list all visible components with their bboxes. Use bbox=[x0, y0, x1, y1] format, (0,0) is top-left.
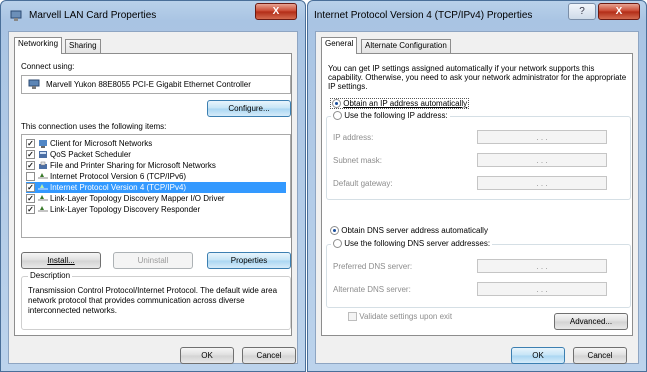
ip-address-label: IP address: bbox=[333, 133, 374, 142]
intro-text: You can get IP settings assigned automat… bbox=[328, 64, 627, 91]
network-adapter-icon bbox=[28, 79, 40, 89]
help-button[interactable]: ? bbox=[568, 3, 596, 20]
ipv4-properties-window: Internet Protocol Version 4 (TCP/IPv4) P… bbox=[307, 0, 647, 372]
radio-selected[interactable] bbox=[332, 99, 341, 109]
uninstall-button[interactable]: Uninstall bbox=[113, 252, 193, 269]
use-following-dns-radio[interactable]: Use the following DNS server addresses: bbox=[331, 239, 493, 249]
protocol-icon bbox=[38, 195, 48, 201]
item-checkbox[interactable]: ✓ bbox=[26, 183, 35, 193]
radio-selected[interactable] bbox=[330, 226, 339, 236]
list-item[interactable]: Internet Protocol Version 6 (TCP/IPv6) bbox=[26, 171, 286, 182]
printer-sharing-icon bbox=[39, 162, 47, 170]
item-label: Internet Protocol Version 4 (TCP/IPv4) bbox=[50, 183, 187, 192]
alternate-dns-label: Alternate DNS server: bbox=[333, 285, 411, 294]
item-label: File and Printer Sharing for Microsoft N… bbox=[50, 161, 216, 170]
static-ip-group: Use the following IP address: IP address… bbox=[326, 111, 631, 200]
item-label: Link-Layer Topology Discovery Mapper I/O… bbox=[50, 194, 225, 203]
close-button[interactable]: X bbox=[598, 3, 640, 20]
use-following-ip-radio[interactable]: Use the following IP address: bbox=[331, 111, 450, 121]
install-button[interactable]: Install... bbox=[21, 252, 101, 269]
advanced-button[interactable]: Advanced... bbox=[554, 313, 628, 330]
network-adapter-icon bbox=[10, 10, 22, 21]
network-client-icon bbox=[39, 140, 47, 149]
item-checkbox[interactable]: ✓ bbox=[26, 139, 35, 149]
dialog-body: General Alternate Configuration You can … bbox=[315, 31, 639, 364]
configure-button[interactable]: Configure... bbox=[207, 100, 291, 117]
connect-using-label: Connect using: bbox=[21, 62, 75, 71]
description-group: Description Transmission Control Protoco… bbox=[21, 271, 291, 330]
protocol-icon bbox=[38, 206, 48, 212]
item-checkbox[interactable]: ✓ bbox=[26, 150, 35, 160]
networking-panel: Connect using: Marvell Yukon 88E8055 PCI… bbox=[14, 53, 292, 336]
close-button[interactable]: X bbox=[255, 3, 297, 20]
list-item[interactable]: ✓ Link-Layer Topology Discovery Mapper I/… bbox=[26, 193, 286, 204]
scheduler-icon bbox=[39, 151, 47, 159]
title-bar[interactable]: Internet Protocol Version 4 (TCP/IPv4) P… bbox=[308, 1, 646, 31]
list-item[interactable]: ✓ QoS Packet Scheduler bbox=[26, 149, 286, 160]
lan-properties-window: Marvell LAN Card Properties X Networking… bbox=[0, 0, 306, 372]
item-checkbox[interactable] bbox=[26, 172, 35, 182]
adapter-name: Marvell Yukon 88E8055 PCI-E Gigabit Ethe… bbox=[46, 80, 251, 89]
ok-button[interactable]: OK bbox=[511, 347, 565, 364]
list-item-selected[interactable]: ✓ Internet Protocol Version 4 (TCP/IPv4) bbox=[26, 182, 286, 193]
cancel-button[interactable]: Cancel bbox=[242, 347, 296, 364]
protocol-icon bbox=[38, 184, 48, 190]
item-label: Internet Protocol Version 6 (TCP/IPv6) bbox=[50, 172, 187, 181]
items-label: This connection uses the following items… bbox=[21, 122, 167, 131]
preferred-dns-label: Preferred DNS server: bbox=[333, 262, 413, 271]
subnet-mask-field[interactable]: . . . bbox=[477, 153, 607, 167]
default-gateway-label: Default gateway: bbox=[333, 179, 393, 188]
item-label: Client for Microsoft Networks bbox=[50, 139, 153, 148]
title-bar[interactable]: Marvell LAN Card Properties X bbox=[1, 1, 305, 31]
static-dns-group: Use the following DNS server addresses: … bbox=[326, 239, 631, 308]
obtain-dns-auto-radio[interactable]: Obtain DNS server address automatically bbox=[330, 226, 488, 236]
item-checkbox[interactable]: ✓ bbox=[26, 194, 35, 204]
tab-networking[interactable]: Networking bbox=[14, 37, 63, 54]
component-list[interactable]: ✓ Client for Microsoft Networks ✓ QoS Pack… bbox=[21, 134, 291, 238]
default-gateway-field[interactable]: . . . bbox=[477, 176, 607, 190]
ok-button[interactable]: OK bbox=[180, 347, 234, 364]
tab-general[interactable]: General bbox=[321, 37, 358, 54]
window-title: Marvell LAN Card Properties bbox=[29, 10, 157, 21]
protocol-icon bbox=[38, 173, 48, 179]
cancel-button[interactable]: Cancel bbox=[573, 347, 627, 364]
properties-button[interactable]: Properties bbox=[207, 252, 291, 269]
list-item[interactable]: ✓ Link-Layer Topology Discovery Responder bbox=[26, 204, 286, 215]
general-panel: You can get IP settings assigned automat… bbox=[321, 53, 633, 336]
subnet-mask-label: Subnet mask: bbox=[333, 156, 382, 165]
radio-unselected[interactable] bbox=[333, 239, 342, 249]
radio-unselected[interactable] bbox=[333, 111, 342, 121]
item-label: QoS Packet Scheduler bbox=[50, 150, 131, 159]
adapter-box: Marvell Yukon 88E8055 PCI-E Gigabit Ethe… bbox=[21, 75, 291, 94]
description-text: Transmission Control Protocol/Internet P… bbox=[28, 286, 278, 315]
description-title: Description bbox=[28, 271, 73, 280]
dialog-body: Networking Sharing Connect using: Marvel… bbox=[8, 31, 298, 364]
alternate-dns-field[interactable]: . . . bbox=[477, 282, 607, 296]
list-item[interactable]: ✓ File and Printer Sharing for Microsoft … bbox=[26, 160, 286, 171]
preferred-dns-field[interactable]: . . . bbox=[477, 259, 607, 273]
tab-alternate-configuration[interactable]: Alternate Configuration bbox=[361, 39, 451, 53]
obtain-ip-auto-radio[interactable]: Obtain an IP address automatically bbox=[330, 98, 470, 110]
window-title: Internet Protocol Version 4 (TCP/IPv4) P… bbox=[314, 10, 533, 21]
item-checkbox[interactable]: ✓ bbox=[26, 205, 35, 215]
list-item[interactable]: ✓ Client for Microsoft Networks bbox=[26, 138, 286, 149]
tab-sharing[interactable]: Sharing bbox=[65, 39, 101, 53]
item-label: Link-Layer Topology Discovery Responder bbox=[50, 205, 201, 214]
item-checkbox[interactable]: ✓ bbox=[26, 161, 35, 171]
checkbox[interactable] bbox=[348, 312, 357, 322]
ip-address-field[interactable]: . . . bbox=[477, 130, 607, 144]
validate-settings-checkbox[interactable]: Validate settings upon exit bbox=[348, 312, 452, 322]
